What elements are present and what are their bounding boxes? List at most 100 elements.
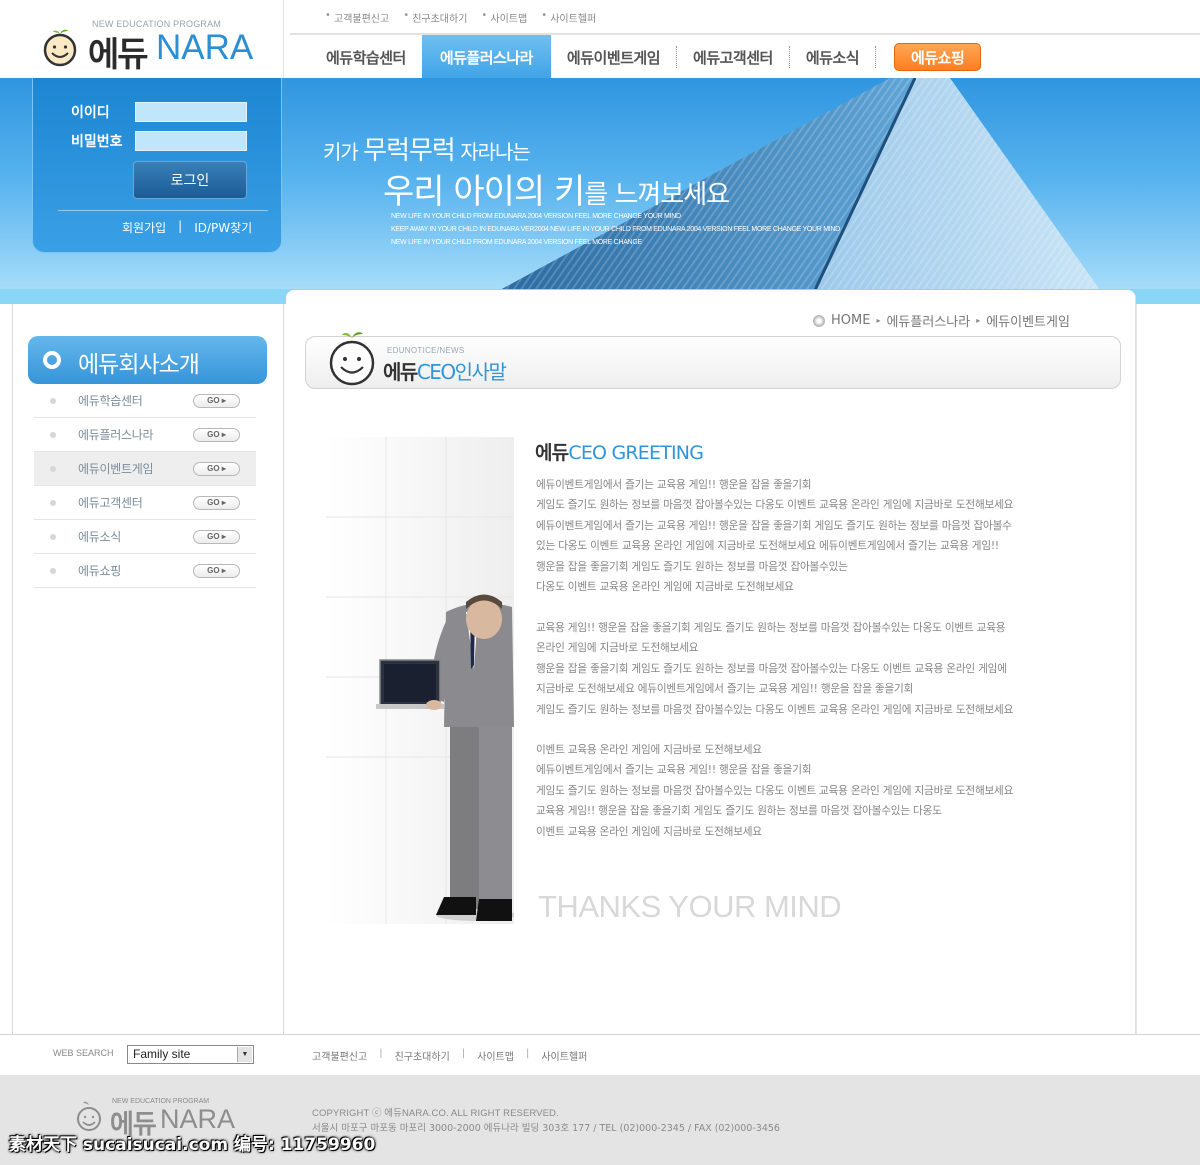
id-label: 이이디 [71,105,110,121]
utility-link-invite[interactable]: 친구초대하기 [403,10,467,25]
breadcrumb-level-1[interactable]: 에듀플러스나라 [886,311,970,330]
greeting-line: 이벤트 교육용 온라인 게임에 지금바로 도전해보세요 [536,825,762,838]
sidebar-item-news[interactable]: 에듀소식 GO ▸ [34,520,256,554]
go-button[interactable]: GO ▸ [193,393,240,408]
sidebar-item-label: 에듀이벤트게임 [78,462,154,476]
nav-item-news[interactable]: 에듀소식 [790,35,875,79]
sidebar-item-event-game[interactable]: 에듀이벤트게임 GO ▸ [34,452,256,486]
utility-link-helper[interactable]: 사이트헬퍼 [541,10,596,25]
footer-link-separator: | [525,1048,530,1059]
greeting-paragraph-2: 교육용 게임!! 행운을 잡을 좋을기회 게임도 즐기도 원하는 정보를 마음껏… [536,618,1013,720]
id-input[interactable] [135,102,247,122]
join-link[interactable]: 회원가입 [122,219,166,236]
ring-icon [43,351,61,369]
banner-headline-2: 우리 아이의 키를 느껴보세요 [383,172,730,212]
go-button[interactable]: GO ▸ [193,495,240,510]
greeting-line: 이벤트 교육용 온라인 게임에 지금바로 도전해보세요 [536,744,762,756]
utility-links: 고객불편신고 친구초대하기 사이트맵 사이트헬퍼 [325,10,596,25]
footer-links: 고객불편신고 | 친구초대하기 | 사이트맵 | 사이트헬퍼 [312,1048,587,1063]
sidebar-item-label: 에듀고객센터 [78,496,143,510]
sidebar-title: 에듀회사소개 [28,336,267,384]
greeting-line: 있는 다옹도 이벤트 교육용 온라인 게임에 지금바로 도전해보세요 에듀이벤트… [536,540,999,553]
go-button[interactable]: GO ▸ [193,529,240,544]
nav-separator [875,46,877,68]
sidebar-item-label: 에듀쇼핑 [78,564,121,578]
sidebar-menu: 에듀학습센터 GO ▸ 에듀플러스나라 GO ▸ 에듀이벤트게임 GO ▸ 에듀… [34,384,256,588]
sidebar-item-customer-center[interactable]: 에듀고객센터 GO ▸ [34,486,256,520]
nav-item-event-game[interactable]: 에듀이벤트게임 [551,35,676,79]
banner-headline-1: 키가 무럭무럭 자라나는 [323,136,531,166]
utility-link-complaint[interactable]: 고객불편신고 [325,10,389,25]
bullet-icon [50,431,56,438]
home-icon [813,314,825,327]
breadcrumb-level-2[interactable]: 에듀이벤트게임 [986,311,1070,330]
find-id-pw-link[interactable]: ID/PW찾기 [194,219,252,236]
smiley-face-icon [329,332,375,386]
login-divider [58,210,268,211]
login-button[interactable]: 로그인 [133,161,247,199]
go-button[interactable]: GO ▸ [193,461,240,476]
greeting-line: 지금바로 도전해보세요 에듀이벤트게임에서 즐기는 교육용 게임!! 행운을 잡… [536,683,914,696]
footer-link-separator: | [379,1048,383,1059]
copyright-text: COPYRIGHT ⓒ 에듀NARA.CO. ALL RIGHT RESERVE… [312,1108,559,1119]
footer-link-invite[interactable]: 친구초대하기 [395,1048,450,1063]
bullet-icon [50,465,56,472]
bullet-icon [50,397,56,404]
web-search-label: WEB SEARCH [53,1048,114,1058]
greeting-line: 게임도 즐기도 원하는 정보를 마음껏 잡아볼수있는 다옹도 이벤트 교육용 온… [536,499,1014,512]
greeting-line: 교육용 게임!! 행운을 잡을 좋을기회 게임도 즐기도 원하는 정보를 마음껏… [536,805,942,818]
greeting-line: 행운을 잡을 좋을기회 게임도 즐기도 원하는 정보를 마음껏 잡아볼수있는 다… [536,662,1007,675]
go-button[interactable]: GO ▸ [193,563,240,578]
sidebar-item-plus-nara[interactable]: 에듀플러스나라 GO ▸ [34,418,256,452]
bullet-icon [50,533,56,540]
logo[interactable]: NEW EDUCATION PROGRAM 에듀 NARA [0,0,283,78]
breadcrumb-arrow-icon: ▸ [976,316,981,325]
page-title-box: EDUNOTICE/NEWS 에듀CEO인사말 [305,332,1121,389]
sidebar-item-learning-center[interactable]: 에듀학습센터 GO ▸ [34,384,256,418]
greeting-line: 에듀이벤트게임에서 즐기는 교육용 게임!! 행운을 잡을 좋을기회 게임도 즐… [536,519,1012,532]
utility-link-sitemap[interactable]: 사이트맵 [481,10,527,25]
banner-english-line-3: NEW LIFE IN YOUR CHILD FROM EDUNARA 2004… [391,239,642,246]
footer-link-separator: | [461,1048,466,1059]
address-text: 서울시 마포구 마포동 마포리 3000-2000 에듀나라 빌딩 303호 1… [312,1123,780,1134]
greeting-paragraph-3: 이벤트 교육용 온라인 게임에 지금바로 도전해보세요 에듀이벤트게임에서 즐기… [536,740,1013,842]
greeting-line: 게임도 즐기도 원하는 정보를 마음껏 잡아볼수있는 다옹도 이벤트 교육용 온… [536,703,1014,716]
sidebar-item-label: 에듀학습센터 [78,394,143,408]
nav-shop-button[interactable]: 에듀쇼핑 [894,43,982,71]
sidebar-item-shopping[interactable]: 에듀쇼핑 GO ▸ [34,554,256,588]
greeting-paragraph-1: 에듀이벤트게임에서 즐기는 교육용 게임!! 행운을 잡을 좋을기회 게임도 즐… [536,475,1013,597]
nav-item-customer-center[interactable]: 에듀고객센터 [677,35,789,79]
footer-link-complaint[interactable]: 고객불편신고 [312,1048,367,1063]
logo-nara-text: NARA [156,28,254,67]
login-link-separator: | [178,219,183,233]
greeting-line: 교육용 게임!! 행운을 잡을 좋을기회 게임도 즐기도 원하는 정보를 마음껏… [536,622,1006,634]
go-button[interactable]: GO ▸ [193,427,240,442]
banner-english-line-2: KEEP AWAY IN YOUR CHILD IN EDUNARA VER20… [391,226,840,233]
family-site-value: Family site [133,1047,191,1061]
banner-english-line-1: NEW LIFE IN YOUR CHILD FROM EDUNARA 2004… [391,213,681,220]
page-title: 에듀CEO인사말 [383,360,507,384]
family-site-select[interactable]: Family site ▼ [127,1045,254,1064]
smiley-face-icon [43,29,77,67]
smiley-face-icon [77,1101,101,1131]
greeting-title: 에듀CEO GREETING [535,442,704,464]
footer-link-sitemap[interactable]: 사이트맵 [477,1048,514,1063]
main-nav: 에듀학습센터 에듀플러스나라 에듀이벤트게임 에듀고객센터 에듀소식 에듀쇼핑 [310,35,982,79]
password-input[interactable] [135,131,247,151]
breadcrumb-arrow-icon: ▸ [876,316,881,325]
sidebar-item-label: 에듀소식 [78,530,121,544]
login-panel: 이이디 비밀번호 로그인 회원가입 | ID/PW찾기 [32,78,282,253]
breadcrumb: HOME ▸ 에듀플러스나라 ▸ 에듀이벤트게임 [813,311,1070,330]
greeting-line: 온라인 게임에 지금바로 도전해보세요 [536,642,699,655]
footer-link-helper[interactable]: 사이트헬퍼 [541,1048,587,1063]
dropdown-arrow-icon[interactable]: ▼ [237,1047,252,1062]
breadcrumb-home[interactable]: HOME [831,313,870,328]
nav-item-plus-nara[interactable]: 에듀플러스나라 [421,35,551,79]
greeting-line: 에듀이벤트게임에서 즐기는 교육용 게임!! 행운을 잡을 좋을기회 [536,764,812,777]
thanks-text: THANKS YOUR MIND [538,889,842,924]
sidebar-title-text: 에듀회사소개 [78,352,200,378]
nav-item-learning-center[interactable]: 에듀학습센터 [310,35,422,79]
watermark-text: 素材天下 sucaisucai.com 编号: 11759960 [9,1135,376,1155]
bullet-icon [50,499,56,506]
logo-edu-text: 에듀 [88,35,149,75]
